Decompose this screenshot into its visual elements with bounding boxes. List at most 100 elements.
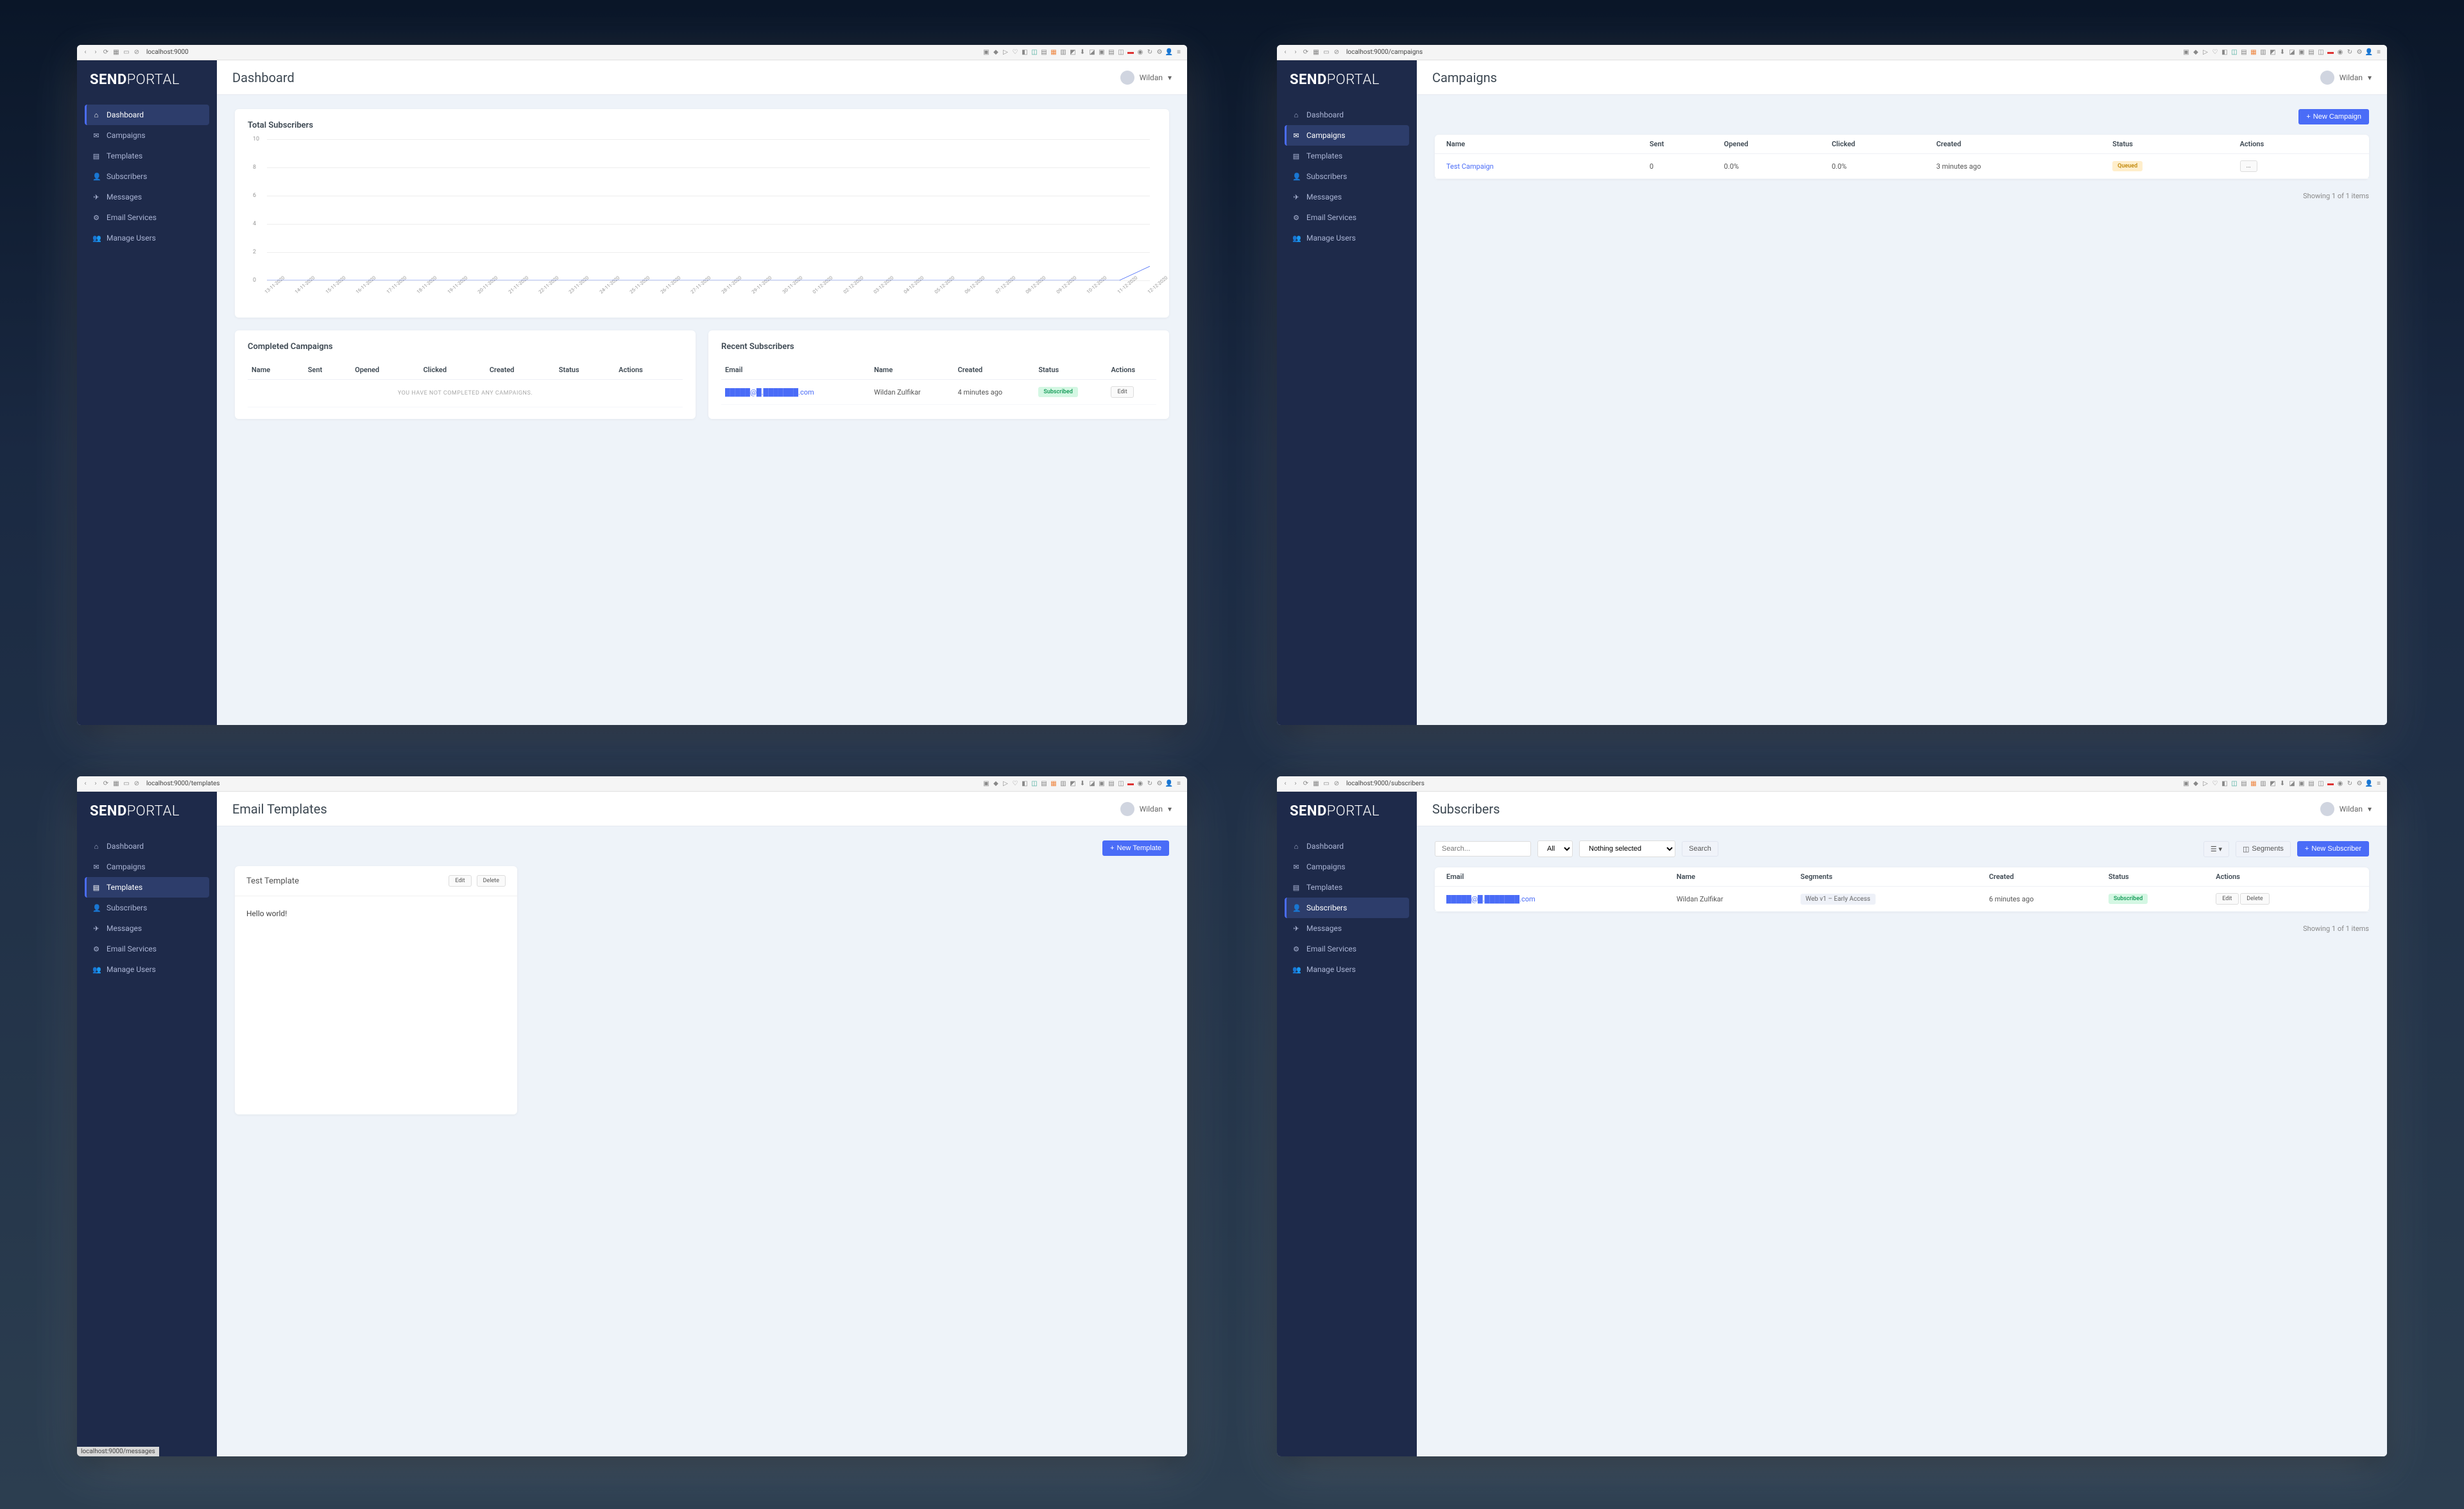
shield-icon[interactable]: ▭: [123, 781, 130, 787]
campaign-link[interactable]: Test Campaign: [1446, 162, 1494, 171]
ext-icon[interactable]: 👤: [1166, 49, 1172, 56]
sidebar-item-templates[interactable]: ▤Templates: [1285, 877, 1409, 898]
reload-icon[interactable]: ⟳: [1303, 49, 1309, 56]
sidebar-item-dashboard[interactable]: ⌂Dashboard: [85, 836, 209, 857]
sidebar-item-campaigns[interactable]: ✉Campaigns: [85, 857, 209, 877]
grid-icon[interactable]: ▦: [113, 781, 119, 787]
ext-icon[interactable]: ▤: [1041, 49, 1047, 56]
new-subscriber-button[interactable]: +New Subscriber: [2297, 841, 2369, 857]
ext-icon[interactable]: ⚙: [1156, 49, 1163, 56]
sidebar-item-email-services[interactable]: ⚙Email Services: [85, 207, 209, 228]
view-toggle-button[interactable]: ☰ ▾: [2203, 841, 2229, 857]
user-menu[interactable]: Wildan▾: [2320, 802, 2372, 816]
sidebar-item-dashboard[interactable]: ⌂Dashboard: [1285, 105, 1409, 125]
ext-icon[interactable]: ▷: [1002, 49, 1009, 56]
segments-button[interactable]: ◫Segments: [2236, 841, 2291, 857]
delete-button[interactable]: Delete: [477, 875, 506, 887]
edit-button[interactable]: Edit: [1111, 386, 1133, 398]
sidebar-item-manage-users[interactable]: 👥Manage Users: [1285, 228, 1409, 248]
sidebar-item-campaigns[interactable]: ✉Campaigns: [85, 125, 209, 146]
url-bar[interactable]: localhost:9000: [146, 49, 189, 56]
user-menu[interactable]: Wildan▾: [2320, 71, 2372, 85]
logo[interactable]: SENDPORTAL: [77, 792, 217, 831]
ext-icon[interactable]: ◪: [1089, 49, 1095, 56]
search-button[interactable]: Search: [1682, 841, 1718, 857]
sidebar-item-messages[interactable]: ✈Messages: [85, 187, 209, 207]
nav-fwd-icon[interactable]: ›: [1292, 781, 1299, 787]
shield-icon[interactable]: ▭: [1323, 781, 1330, 787]
reload-icon[interactable]: ⟳: [103, 781, 109, 787]
ext-icon[interactable]: ◩: [1070, 49, 1076, 56]
logo[interactable]: SENDPORTAL: [77, 60, 217, 99]
search-input[interactable]: [1435, 841, 1531, 857]
nav-fwd-icon[interactable]: ›: [92, 781, 99, 787]
ext-icon[interactable]: ▦: [1050, 49, 1057, 56]
sidebar-item-templates[interactable]: ▤Templates: [85, 877, 209, 898]
new-template-button[interactable]: +New Template: [1102, 840, 1169, 856]
ext-icon[interactable]: ▬: [1127, 49, 1134, 56]
ext-icon[interactable]: ▥: [1060, 49, 1066, 56]
ext-icon[interactable]: ◆: [993, 49, 999, 56]
sidebar-item-manage-users[interactable]: 👥Manage Users: [1285, 959, 1409, 980]
row-actions-button[interactable]: ...: [2240, 160, 2257, 172]
sidebar-item-messages[interactable]: ✈Messages: [1285, 918, 1409, 939]
filter-all-select[interactable]: All: [1537, 840, 1573, 857]
nav-icon: ✈: [1292, 925, 1300, 933]
ext-icon[interactable]: ◧: [1022, 49, 1028, 56]
edit-button[interactable]: Edit: [449, 875, 471, 887]
shield-icon[interactable]: ▭: [1323, 49, 1330, 56]
sidebar-item-email-services[interactable]: ⚙Email Services: [85, 939, 209, 959]
email-link[interactable]: █████@█.███████.com: [1446, 895, 1536, 903]
logo[interactable]: SENDPORTAL: [1277, 792, 1417, 831]
nav-back-icon[interactable]: ‹: [1282, 781, 1288, 787]
nav-back-icon[interactable]: ‹: [82, 49, 89, 56]
sidebar-item-templates[interactable]: ▤Templates: [85, 146, 209, 166]
delete-button[interactable]: Delete: [2240, 893, 2269, 905]
user-menu[interactable]: Wildan▾: [1120, 802, 1172, 816]
sidebar-item-manage-users[interactable]: 👥Manage Users: [85, 959, 209, 980]
reload-icon[interactable]: ⟳: [103, 49, 109, 56]
grid-icon[interactable]: ▦: [113, 49, 119, 56]
ext-icon[interactable]: ◫: [1118, 49, 1124, 56]
filter-segment-select[interactable]: Nothing selected: [1579, 840, 1675, 857]
sidebar-item-subscribers[interactable]: 👤Subscribers: [85, 898, 209, 918]
edit-button[interactable]: Edit: [2216, 893, 2238, 905]
new-campaign-button[interactable]: +New Campaign: [2298, 109, 2369, 124]
nav-back-icon[interactable]: ‹: [1282, 49, 1288, 56]
ext-icon[interactable]: ▣: [1099, 49, 1105, 56]
url-bar[interactable]: localhost:9000/campaigns: [1346, 49, 1423, 56]
url-bar[interactable]: localhost:9000/subscribers: [1346, 780, 1425, 787]
sidebar-item-subscribers[interactable]: 👤Subscribers: [1285, 898, 1409, 918]
sidebar-item-email-services[interactable]: ⚙Email Services: [1285, 939, 1409, 959]
email-link[interactable]: █████@█.███████.com: [725, 388, 814, 396]
logo[interactable]: SENDPORTAL: [1277, 60, 1417, 99]
sidebar-item-messages[interactable]: ✈Messages: [1285, 187, 1409, 207]
sidebar-item-manage-users[interactable]: 👥Manage Users: [85, 228, 209, 248]
ext-icon[interactable]: ▣: [983, 49, 989, 56]
grid-icon[interactable]: ▦: [1313, 49, 1319, 56]
sidebar-item-subscribers[interactable]: 👤Subscribers: [85, 166, 209, 187]
reload-icon[interactable]: ⟳: [1303, 781, 1309, 787]
ext-icon[interactable]: ▤: [1108, 49, 1115, 56]
menu-icon[interactable]: ≡: [1176, 49, 1182, 56]
sidebar-item-dashboard[interactable]: ⌂Dashboard: [1285, 836, 1409, 857]
sidebar-item-subscribers[interactable]: 👤Subscribers: [1285, 166, 1409, 187]
ext-icon[interactable]: ♡: [1012, 49, 1018, 56]
ext-icon[interactable]: ⬇: [1079, 49, 1086, 56]
sidebar-item-messages[interactable]: ✈Messages: [85, 918, 209, 939]
ext-icon[interactable]: ↻: [1147, 49, 1153, 56]
url-bar[interactable]: localhost:9000/templates: [146, 780, 219, 787]
ext-icon[interactable]: ◫: [1031, 49, 1038, 56]
sidebar-item-dashboard[interactable]: ⌂Dashboard: [85, 105, 209, 125]
sidebar-item-email-services[interactable]: ⚙Email Services: [1285, 207, 1409, 228]
user-menu[interactable]: Wildan ▾: [1120, 71, 1172, 85]
nav-back-icon[interactable]: ‹: [82, 781, 89, 787]
grid-icon[interactable]: ▦: [1313, 781, 1319, 787]
sidebar-item-templates[interactable]: ▤Templates: [1285, 146, 1409, 166]
sidebar-item-campaigns[interactable]: ✉Campaigns: [1285, 125, 1409, 146]
ext-icon[interactable]: ◉: [1137, 49, 1143, 56]
sidebar-item-campaigns[interactable]: ✉Campaigns: [1285, 857, 1409, 877]
nav-fwd-icon[interactable]: ›: [1292, 49, 1299, 56]
shield-icon[interactable]: ▭: [123, 49, 130, 56]
nav-fwd-icon[interactable]: ›: [92, 49, 99, 56]
